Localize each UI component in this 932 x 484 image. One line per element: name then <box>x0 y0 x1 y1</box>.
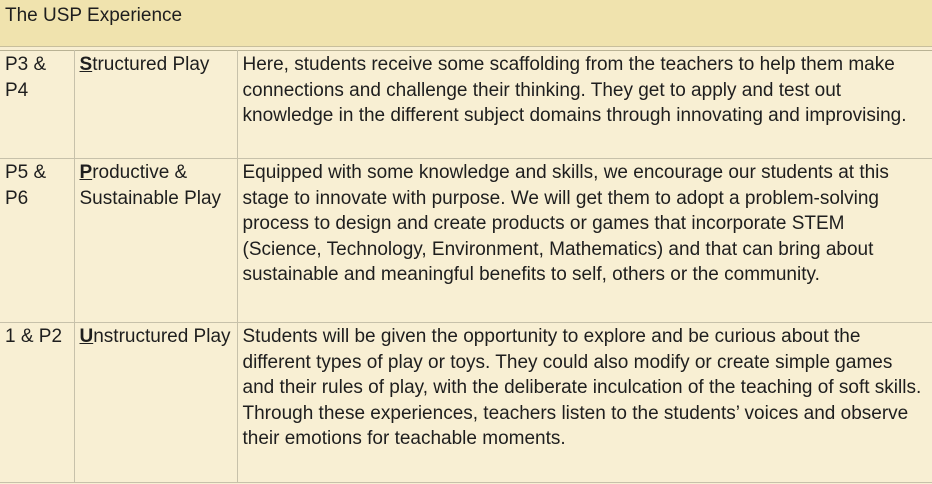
level-cell: P5 & P6 <box>0 158 75 323</box>
play-type-label: roductive & Sustainable Play <box>79 162 222 209</box>
table-row: P3 & P4 Structured Play Here, students r… <box>0 50 932 159</box>
usp-table: P3 & P4 Structured Play Here, students r… <box>0 50 932 483</box>
level-cell: 1 & P2 <box>0 322 75 483</box>
description-cell: Equipped with some knowledge and skills,… <box>236 158 932 323</box>
table-row: 1 & P2 Unstructured Play Students will b… <box>0 322 932 483</box>
level-cell: P3 & P4 <box>0 50 75 159</box>
page-title: The USP Experience <box>5 5 183 26</box>
play-initial: S <box>79 54 93 75</box>
play-type-cell: Unstructured Play <box>73 322 238 483</box>
play-initial: P <box>79 162 93 183</box>
play-type-cell: Productive & Sustainable Play <box>73 158 238 323</box>
description-cell: Students will be given the opportunity t… <box>236 322 932 483</box>
description-cell: Here, students receive some scaffolding … <box>236 50 932 159</box>
play-type-label: tructured Play <box>92 54 210 75</box>
play-initial: U <box>79 326 94 347</box>
document-page: The USP Experience P3 & P4 Structured Pl… <box>0 0 932 484</box>
title-bar: The USP Experience <box>0 0 932 47</box>
table-row: P5 & P6 Productive & Sustainable Play Eq… <box>0 158 932 323</box>
play-type-cell: Structured Play <box>73 50 238 159</box>
play-type-label: nstructured Play <box>93 326 231 347</box>
